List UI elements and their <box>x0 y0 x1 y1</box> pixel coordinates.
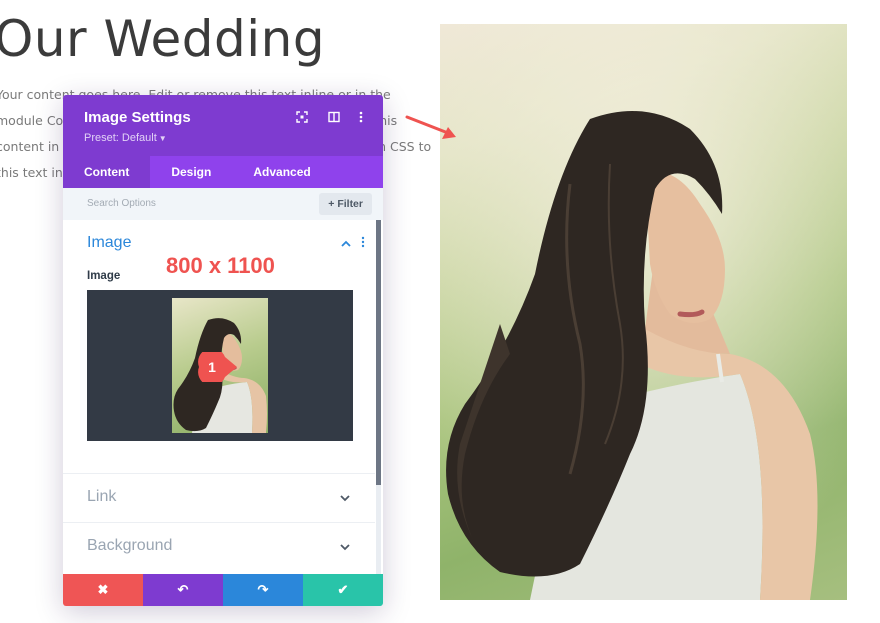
checkmark-icon: ✔ <box>337 582 349 597</box>
undo-icon: ↶ <box>177 582 189 597</box>
more-options-icon[interactable] <box>354 111 368 125</box>
portrait-illustration <box>440 24 847 600</box>
section-divider <box>63 473 375 474</box>
scrollbar[interactable] <box>376 220 381 583</box>
redo-button[interactable]: ↷ <box>223 574 303 606</box>
search-input[interactable]: Search Options <box>87 198 156 209</box>
chevron-down-icon[interactable] <box>340 491 350 505</box>
page-heading: Our Wedding <box>0 10 326 68</box>
image-field-label: Image <box>87 270 121 282</box>
builder-canvas: Our Wedding Your content goes here. Edit… <box>0 0 880 623</box>
settings-tabs: Content Design Advanced <box>63 156 383 188</box>
modal-footer: ✖ ↶ ↷ ✔ <box>63 574 383 606</box>
preset-selector[interactable]: Preset: Default ▼ <box>84 132 167 144</box>
chevron-down-icon[interactable] <box>340 540 350 554</box>
close-icon: ✖ <box>97 582 109 597</box>
search-bar: Search Options + Filter <box>63 188 383 220</box>
cancel-button[interactable]: ✖ <box>63 574 143 606</box>
scrollbar-thumb[interactable] <box>376 220 381 485</box>
image-settings-modal: Image Settings Preset: Default ▼ Content … <box>63 95 383 606</box>
step-badge: 1 <box>198 352 237 382</box>
dimensions-annotation: 800 x 1100 <box>166 253 275 278</box>
undo-button[interactable]: ↶ <box>143 574 223 606</box>
section-divider <box>63 522 375 523</box>
image-section-toggle[interactable]: Image <box>87 234 131 252</box>
focus-icon[interactable] <box>295 111 309 125</box>
split-view-icon[interactable] <box>327 111 341 125</box>
redo-icon: ↷ <box>257 582 269 597</box>
tab-content[interactable]: Content <box>63 156 151 188</box>
portrait-photo[interactable] <box>440 24 847 600</box>
chevron-up-icon[interactable] <box>341 237 351 251</box>
filter-button[interactable]: + Filter <box>319 193 372 215</box>
tab-design[interactable]: Design <box>150 156 232 188</box>
link-section-toggle[interactable]: Link <box>87 488 116 506</box>
arrow-icon <box>405 115 456 139</box>
preset-label: Preset: Default <box>84 132 157 144</box>
section-more-icon[interactable] <box>361 236 365 251</box>
save-button[interactable]: ✔ <box>303 574 383 606</box>
tab-advanced[interactable]: Advanced <box>232 156 331 188</box>
step-number: 1 <box>208 359 216 375</box>
modal-title: Image Settings <box>84 109 191 126</box>
background-section-toggle[interactable]: Background <box>87 537 172 555</box>
caret-down-icon: ▼ <box>158 134 167 143</box>
modal-header: Image Settings Preset: Default ▼ <box>63 95 383 156</box>
